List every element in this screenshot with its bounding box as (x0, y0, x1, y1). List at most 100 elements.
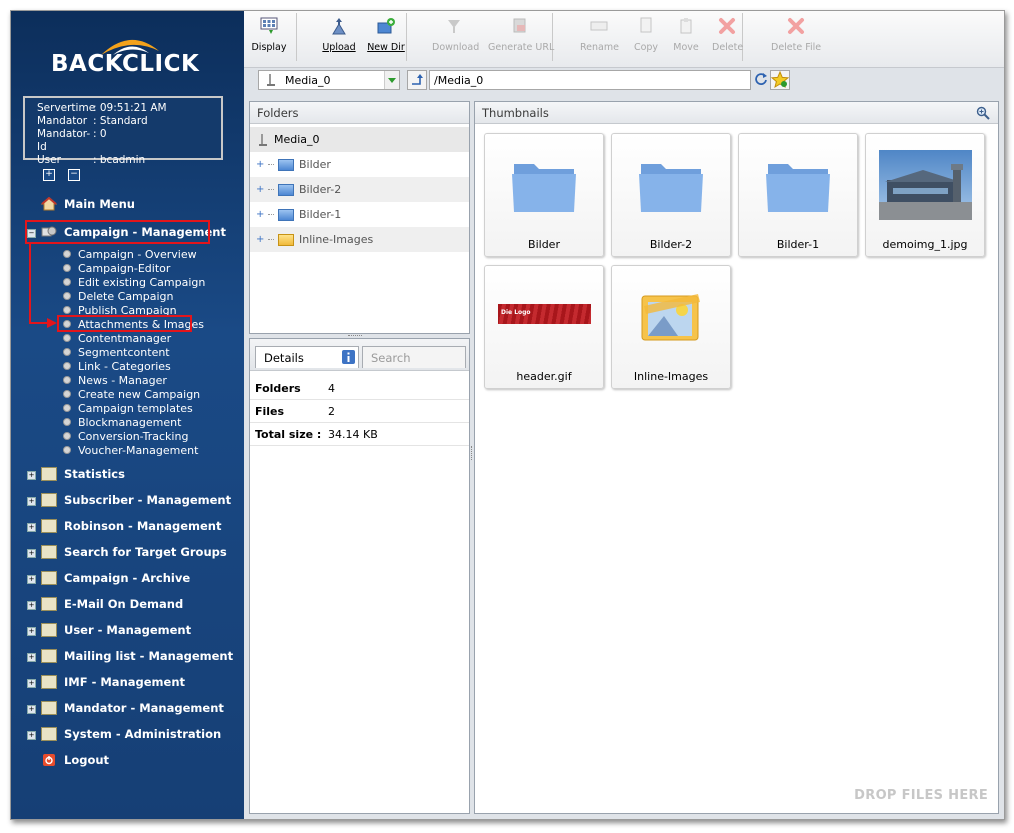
dropdown-arrow-icon[interactable] (384, 71, 399, 89)
tab-details-label: Details (264, 351, 304, 365)
expand-section-icon[interactable]: + (27, 549, 36, 558)
user-label: User (37, 154, 61, 166)
bookmark-button[interactable] (770, 70, 790, 90)
delete-button[interactable]: Delete (712, 15, 743, 53)
nav-main-menu[interactable]: Main Menu (41, 195, 135, 213)
zoom-icon[interactable] (976, 106, 990, 120)
submenu-item[interactable]: Campaign - Overview (63, 247, 197, 261)
horizontal-splitter[interactable] (348, 335, 362, 338)
thumb-file-header-gif[interactable]: Die Logo header.gif (484, 265, 604, 389)
collapse-all-icon[interactable]: − (68, 169, 80, 181)
nav-logout[interactable]: Logout (41, 751, 109, 769)
new-dir-button[interactable]: New Dir (366, 15, 406, 53)
nav-section[interactable]: E-Mail On Demand (41, 595, 183, 613)
nav-section[interactable]: IMF - Management (41, 673, 185, 691)
upload-button[interactable]: Upload (322, 15, 356, 53)
folder-tree-item[interactable]: + Bilder-2 (250, 177, 469, 202)
expand-section-icon[interactable]: + (27, 653, 36, 662)
expand-all-icon[interactable]: + (43, 169, 55, 181)
submenu-item[interactable]: Delete Campaign (63, 289, 174, 303)
expand-section-icon[interactable]: + (27, 575, 36, 584)
expand-folder-icon[interactable]: + (256, 209, 268, 220)
nav-section-label: Search for Target Groups (64, 545, 227, 559)
display-button[interactable]: Display (251, 15, 287, 53)
copy-button[interactable]: Copy (633, 15, 659, 53)
expand-folder-icon[interactable]: + (256, 184, 268, 195)
tree-connector (268, 214, 274, 215)
thumb-label: Bilder-2 (649, 238, 693, 251)
folder-icon (278, 158, 294, 171)
nav-section[interactable]: Campaign - Archive (41, 569, 190, 587)
submenu-item[interactable]: Voucher-Management (63, 443, 198, 457)
details-row-value: 34.14 KB (328, 427, 378, 441)
generate-url-button[interactable]: Generate URL (488, 15, 554, 53)
nav-section[interactable]: Search for Target Groups (41, 543, 227, 561)
expand-section-icon[interactable]: + (27, 601, 36, 610)
copy-icon (640, 17, 652, 33)
submenu-item[interactable]: Conversion-Tracking (63, 429, 188, 443)
submenu-item[interactable]: Campaign-Editor (63, 261, 170, 275)
delete-file-button[interactable]: Delete File (771, 15, 821, 53)
nav-section[interactable]: System - Administration (41, 725, 221, 743)
thumb-folder-bilder-1[interactable]: Bilder-1 (738, 133, 858, 257)
submenu-item[interactable]: Contentmanager (63, 331, 171, 345)
source-select[interactable]: Media_0 (258, 70, 400, 90)
folder-tree-item[interactable]: + Bilder (250, 152, 469, 177)
mandator-id-label: Mandator-Id (37, 128, 91, 153)
folder-icon (639, 164, 703, 212)
expand-section-icon[interactable]: + (27, 497, 36, 506)
tab-search[interactable]: Search (362, 346, 466, 368)
folder-root[interactable]: Media_0 (250, 127, 469, 152)
thumb-folder-bilder-2[interactable]: Bilder-2 (611, 133, 731, 257)
expand-section-icon[interactable]: + (27, 679, 36, 688)
rename-button[interactable]: Rename (580, 15, 619, 53)
nav-section[interactable]: Mandator - Management (41, 699, 224, 717)
details-row-label: Folders (255, 381, 301, 395)
submenu-item-label: Create new Campaign (78, 387, 201, 401)
nav-section[interactable]: Statistics (41, 465, 125, 483)
nav-section[interactable]: Subscriber - Management (41, 491, 231, 509)
backclick-logo[interactable]: BACKCLICK (47, 29, 207, 79)
nav-section[interactable]: User - Management (41, 621, 191, 639)
drop-files-hint: DROP FILES HERE (854, 788, 988, 803)
expand-section-icon[interactable]: + (27, 731, 36, 740)
expand-section-icon[interactable]: + (27, 471, 36, 480)
delete-icon (719, 18, 735, 34)
submenu-item[interactable]: Segmentcontent (63, 345, 170, 359)
nav-section-label: Subscriber - Management (64, 493, 232, 507)
bullet-icon (63, 376, 71, 384)
expand-folder-icon[interactable]: + (256, 234, 268, 245)
refresh-icon[interactable] (754, 72, 768, 86)
logo-text: BACKCLICK (51, 51, 200, 77)
folder-tree-item[interactable]: + Bilder-1 (250, 202, 469, 227)
section-folder-icon (41, 675, 57, 689)
copy-label: Copy (633, 42, 659, 53)
details-panel: Details Search Folders 4 Files 2 Total size … (249, 338, 470, 814)
thumb-file-demoimg[interactable]: demoimg_1.jpg (865, 133, 985, 257)
section-folder-icon (41, 571, 57, 585)
download-button[interactable]: Download (432, 15, 479, 53)
submenu-item[interactable]: Campaign templates (63, 401, 193, 415)
submenu-item[interactable]: News - Manager (63, 373, 167, 387)
section-folder-icon (41, 701, 57, 715)
star-icon (770, 70, 790, 89)
expand-section-icon[interactable]: + (27, 705, 36, 714)
new-dir-label: New Dir (367, 42, 405, 53)
submenu-item[interactable]: Blockmanagement (63, 415, 181, 429)
expand-folder-icon[interactable]: + (256, 159, 268, 170)
submenu-item[interactable]: Link - Categories (63, 359, 171, 373)
path-input[interactable]: /Media_0 (429, 70, 751, 90)
expand-section-icon[interactable]: + (27, 523, 36, 532)
tree-connector (268, 189, 274, 190)
submenu-item[interactable]: Create new Campaign (63, 387, 200, 401)
expand-section-icon[interactable]: + (27, 627, 36, 636)
move-button[interactable]: Move (672, 15, 700, 53)
nav-section[interactable]: Mailing list - Management (41, 647, 233, 665)
submenu-item[interactable]: Edit existing Campaign (63, 275, 205, 289)
go-up-button[interactable] (407, 70, 427, 90)
thumb-folder-bilder[interactable]: Bilder (484, 133, 604, 257)
tab-details[interactable]: Details (255, 346, 359, 368)
folder-tree-item[interactable]: + Inline-Images (250, 227, 469, 252)
nav-section[interactable]: Robinson - Management (41, 517, 221, 535)
thumb-folder-inline-images[interactable]: Inline-Images (611, 265, 731, 389)
